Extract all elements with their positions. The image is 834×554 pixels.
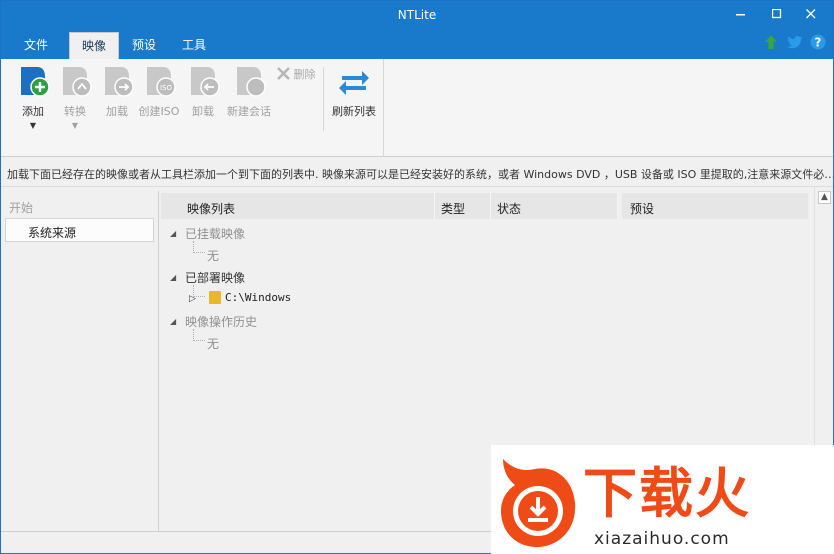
group-mounted-images[interactable]: 已挂载映像	[185, 225, 245, 242]
column-header-image-list[interactable]: 映像列表	[161, 193, 435, 219]
add-dropdown-icon[interactable]: ▼	[11, 121, 55, 130]
convert-dropdown-icon[interactable]: ▼	[53, 121, 97, 130]
convert-icon	[63, 67, 92, 97]
ribbon-toolbar: 添加 ▼ 转换 ▼ 加载 ISO 创建ISO 卸载 新建会话 删除 刷新列表	[1, 59, 833, 157]
unload-icon	[191, 67, 220, 97]
tab-image[interactable]: 映像	[69, 32, 119, 59]
help-icon[interactable]: ?	[809, 34, 827, 54]
refresh-list-button[interactable]: 刷新列表	[331, 63, 377, 119]
unload-label: 卸载	[192, 105, 214, 118]
watermark-logo: 下载火 xiazaihuo.com	[491, 445, 834, 554]
sidebar: 开始 系统来源	[1, 191, 159, 531]
load-button[interactable]: 加载	[95, 63, 139, 119]
tab-presets[interactable]: 预设	[121, 32, 167, 59]
flame-logo-icon	[501, 459, 576, 547]
close-icon	[806, 9, 816, 19]
refresh-label: 刷新列表	[332, 105, 376, 118]
window-title: NTLite	[397, 8, 437, 22]
create-iso-label: 创建ISO	[138, 105, 180, 118]
title-bar: NTLite	[1, 1, 833, 32]
maximize-icon	[771, 8, 782, 19]
minimize-icon	[736, 14, 745, 16]
group-deployed-images[interactable]: 已部署映像	[185, 269, 245, 286]
create-iso-button[interactable]: ISO 创建ISO	[137, 63, 181, 119]
collapse-icon[interactable]: ◢	[170, 317, 176, 326]
svg-text:?: ?	[815, 36, 822, 50]
info-message: 加载下面已经存在的映像或者从工具栏添加一个到下面的列表中. 映像来源可以是已经安…	[1, 157, 833, 187]
twitter-icon[interactable]	[786, 34, 804, 54]
ribbon-separator	[323, 67, 324, 131]
new-session-label: 新建会话	[227, 105, 271, 118]
add-button[interactable]: 添加 ▼	[11, 63, 55, 130]
unload-button[interactable]: 卸载	[181, 63, 225, 119]
list-item: 无	[207, 337, 220, 351]
column-header-type[interactable]: 类型	[435, 193, 491, 219]
new-session-icon	[237, 67, 266, 97]
load-icon	[105, 67, 134, 97]
collapse-icon[interactable]: ◢	[170, 273, 176, 282]
watermark-domain: xiazaihuo.com	[594, 529, 730, 549]
app-window: NTLite 文件 映像 预设 工具 ? 添加 ▼ 转换 ▼ 加载 ISO 创建…	[0, 0, 834, 554]
presets-header: 预设	[622, 193, 808, 219]
tab-tools[interactable]: 工具	[171, 32, 217, 59]
delete-x-icon	[277, 67, 290, 80]
scroll-up-icon[interactable]: ▲	[818, 191, 831, 204]
watermark-brand: 下载火	[583, 462, 751, 525]
svg-text:ISO: ISO	[160, 84, 173, 92]
add-label: 添加	[22, 105, 44, 118]
list-item[interactable]: C:\Windows	[225, 291, 291, 304]
maximize-button[interactable]	[759, 1, 795, 32]
convert-label: 转换	[64, 105, 86, 118]
convert-button[interactable]: 转换 ▼	[53, 63, 97, 130]
expand-icon[interactable]: ▷	[189, 294, 196, 304]
group-image-history[interactable]: 映像操作历史	[185, 313, 257, 330]
add-image-icon	[21, 67, 50, 97]
load-label: 加载	[106, 105, 128, 118]
refresh-icon	[339, 71, 369, 95]
tree-guide	[193, 241, 205, 253]
column-header-status[interactable]: 状态	[491, 193, 618, 219]
tab-file[interactable]: 文件	[13, 32, 59, 59]
sidebar-item-system-source[interactable]: 系统来源	[5, 218, 154, 242]
update-arrow-icon[interactable]	[762, 34, 780, 54]
close-button[interactable]	[793, 1, 829, 32]
folder-icon	[209, 291, 221, 304]
minimize-button[interactable]	[723, 1, 759, 32]
sidebar-heading: 开始	[9, 201, 34, 215]
iso-icon: ISO	[147, 67, 176, 97]
tab-bar: 文件 映像 预设 工具	[1, 32, 833, 59]
delete-button[interactable]: 删除	[277, 66, 316, 82]
collapse-icon[interactable]: ◢	[170, 229, 176, 238]
ribbon-group-divider	[383, 59, 384, 157]
list-item: 无	[207, 249, 220, 263]
new-session-button[interactable]: 新建会话	[223, 63, 275, 119]
tree-guide	[193, 329, 205, 341]
delete-label: 删除	[293, 68, 316, 81]
